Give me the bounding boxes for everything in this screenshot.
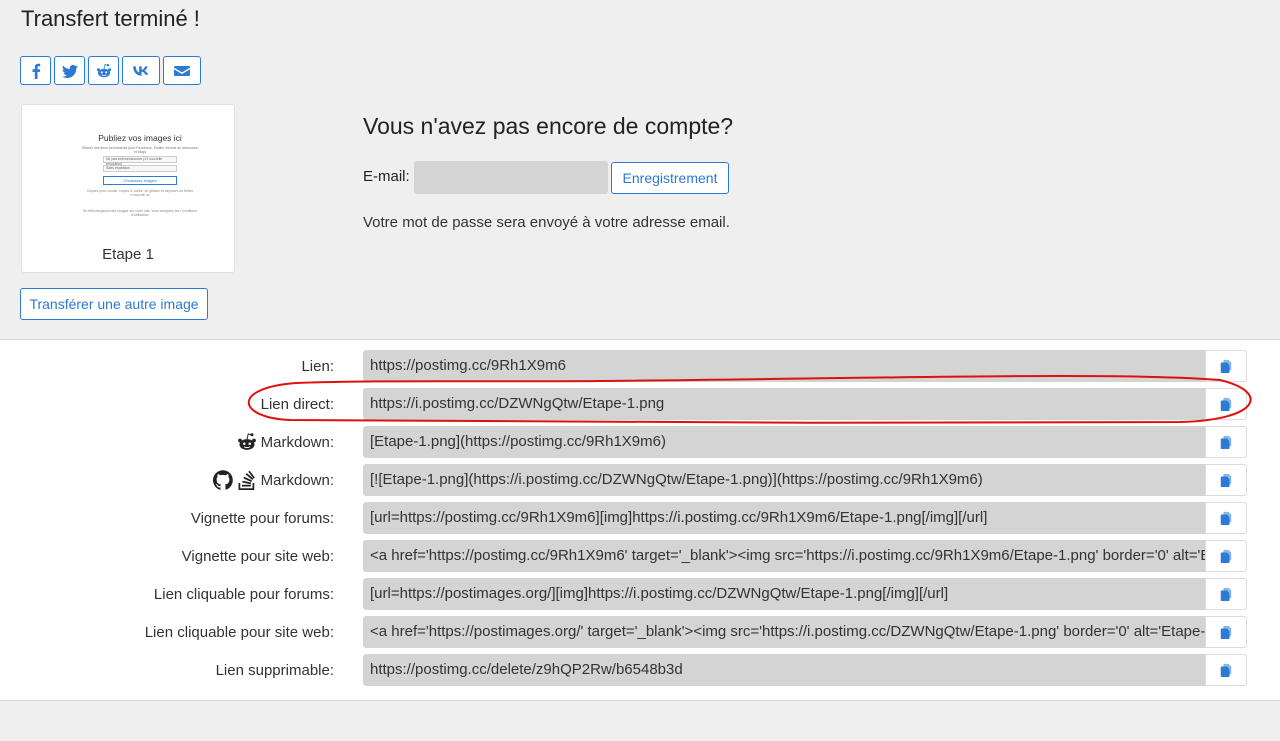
- copy-button[interactable]: [1205, 350, 1247, 382]
- copy-icon: [1220, 625, 1232, 639]
- account-heading: Vous n'avez pas encore de compte?: [363, 113, 734, 139]
- copy-button[interactable]: [1205, 540, 1247, 572]
- preview-select-resize: Ne pas redimensionner (21 nouvelle résol…: [103, 156, 177, 166]
- link-row: Markdown: [![Etape-1.png](https://i.posti…: [0, 464, 1280, 496]
- link-value-field[interactable]: <a href='https://postimg.cc/9Rh1X9m6' ta…: [363, 540, 1205, 572]
- link-label: Markdown:: [237, 426, 334, 458]
- share-email-button[interactable]: [163, 56, 201, 85]
- thumbnail-caption: Etape 1: [102, 246, 154, 263]
- link-label-text: Lien direct:: [260, 395, 334, 413]
- thumbnail-card[interactable]: Publiez vos images ici Obtenir des liens…: [21, 104, 235, 273]
- share-vk-button[interactable]: [122, 56, 160, 85]
- stackoverflow-icon: [238, 470, 255, 490]
- copy-icon: [1220, 663, 1232, 677]
- copy-button[interactable]: [1205, 502, 1247, 534]
- link-label: Lien direct:: [261, 388, 334, 420]
- links-panel: Lien: https://postimg.cc/9Rh1X9m6 Lien dir…: [0, 339, 1280, 701]
- link-value-field[interactable]: https://postimg.cc/9Rh1X9m6: [363, 350, 1205, 382]
- link-label: Markdown:: [212, 464, 334, 496]
- link-label-text: Lien:: [301, 357, 334, 375]
- preview-subtitle: Obtenir des liens permanents pour Facebo…: [81, 146, 199, 154]
- link-row: Lien cliquable pour forums: [url=https://…: [0, 578, 1280, 610]
- facebook-icon: [32, 63, 40, 79]
- page-title: Transfert terminé !: [21, 6, 200, 31]
- copy-icon: [1220, 397, 1232, 411]
- upload-another-button[interactable]: Transférer une autre image: [20, 288, 208, 320]
- preview-title: Publiez vos images ici: [98, 133, 182, 143]
- share-facebook-button[interactable]: [20, 56, 51, 85]
- copy-icon: [1220, 435, 1232, 449]
- link-value-field[interactable]: [url=https://postimg.cc/9Rh1X9m6][img]ht…: [363, 502, 1205, 534]
- link-row: Vignette pour site web: <a href='https://…: [0, 540, 1280, 572]
- share-twitter-button[interactable]: [54, 56, 85, 85]
- link-row: Lien: https://postimg.cc/9Rh1X9m6: [0, 350, 1280, 382]
- link-label: Vignette pour forums:: [191, 502, 334, 534]
- email-field[interactable]: [414, 161, 608, 194]
- link-label-text: Vignette pour site web:: [181, 547, 334, 565]
- preview-choose-button: Choisissez images: [103, 176, 177, 185]
- link-label-text: Lien supprimable:: [215, 661, 334, 679]
- link-row: Lien cliquable pour site web: <a href='ht…: [0, 616, 1280, 648]
- link-value-field[interactable]: https://i.postimg.cc/DZWNgQtw/Etape-1.pn…: [363, 388, 1205, 420]
- reddit-icon: [237, 433, 256, 450]
- copy-button[interactable]: [1205, 388, 1247, 420]
- twitter-icon: [61, 64, 78, 78]
- copy-button[interactable]: [1205, 654, 1247, 686]
- copy-icon: [1220, 587, 1232, 601]
- link-label: Lien cliquable pour forums:: [154, 578, 334, 610]
- copy-icon: [1220, 511, 1232, 525]
- preview-note: Cliquez pour choisir, copiez & collez, o…: [86, 189, 194, 197]
- share-bar: [20, 56, 201, 85]
- link-value-field[interactable]: <a href='https://postimages.org/' target…: [363, 616, 1205, 648]
- preview-footer: En téléchargeant des images sur notre si…: [83, 209, 197, 217]
- link-row: Markdown: [Etape-1.png](https://postimg.c…: [0, 426, 1280, 458]
- copy-button[interactable]: [1205, 426, 1247, 458]
- link-row: Vignette pour forums: [url=https://postim…: [0, 502, 1280, 534]
- link-label: Lien cliquable pour site web:: [145, 616, 334, 648]
- link-label-text: Lien cliquable pour site web:: [144, 623, 334, 641]
- link-label-text: Markdown:: [260, 471, 334, 489]
- link-value-field[interactable]: [![Etape-1.png](https://i.postimg.cc/DZW…: [363, 464, 1205, 496]
- link-row: Lien supprimable: https://postimg.cc/dele…: [0, 654, 1280, 686]
- link-label-text: Lien cliquable pour forums:: [153, 585, 334, 603]
- copy-icon: [1220, 359, 1232, 373]
- link-label: Lien supprimable:: [216, 654, 334, 686]
- preview-select-expiry: Sans expiration: [103, 165, 177, 172]
- link-value-field[interactable]: https://postimg.cc/delete/z9hQP2Rw/b6548…: [363, 654, 1205, 686]
- reddit-icon: [96, 63, 111, 77]
- link-label-text: Markdown:: [260, 433, 334, 451]
- link-label: Vignette pour site web:: [182, 540, 334, 572]
- copy-button[interactable]: [1205, 616, 1247, 648]
- link-label-text: Vignette pour forums:: [190, 509, 334, 527]
- copy-icon: [1220, 473, 1232, 487]
- copy-button[interactable]: [1205, 464, 1247, 496]
- email-icon: [174, 65, 190, 76]
- github-icon: [212, 470, 233, 490]
- link-value-field[interactable]: [Etape-1.png](https://postimg.cc/9Rh1X9m…: [363, 426, 1205, 458]
- share-reddit-button[interactable]: [88, 56, 119, 85]
- link-label: Lien:: [301, 350, 334, 382]
- link-row: Lien direct: https://i.postimg.cc/DZWNgQt…: [0, 388, 1280, 420]
- vk-icon: [133, 65, 149, 76]
- thumbnail-preview-image: Publiez vos images ici Obtenir des liens…: [80, 129, 200, 225]
- copy-icon: [1220, 549, 1232, 563]
- register-button[interactable]: Enregistrement: [611, 162, 729, 194]
- link-value-field[interactable]: [url=https://postimages.org/][img]https:…: [363, 578, 1205, 610]
- email-label: E-mail:: [363, 168, 410, 185]
- copy-button[interactable]: [1205, 578, 1247, 610]
- password-note: Votre mot de passe sera envoyé à votre a…: [363, 214, 730, 231]
